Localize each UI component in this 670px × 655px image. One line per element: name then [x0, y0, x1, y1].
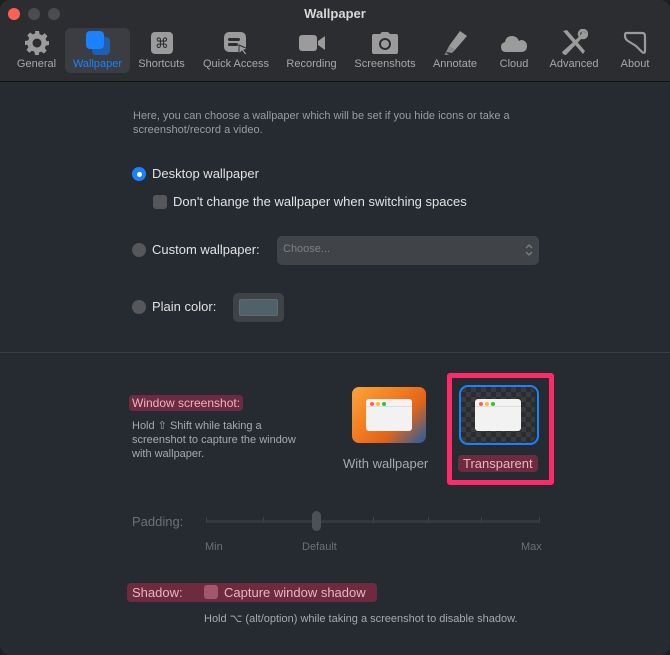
padding-default-label: Default	[302, 541, 337, 553]
desktop-wallpaper-radio[interactable]	[132, 167, 146, 181]
title-bar: Wallpaper General Wallpaper ⌘ Shortcuts	[0, 0, 670, 82]
slider-tick	[206, 517, 207, 523]
tools-icon	[559, 29, 589, 57]
with-wallpaper-label: With wallpaper	[343, 456, 429, 471]
tab-recording-label: Recording	[286, 58, 337, 70]
custom-wallpaper-placeholder: Choose...	[283, 243, 331, 255]
color-swatch	[239, 299, 278, 316]
preferences-window: Wallpaper General Wallpaper ⌘ Shortcuts	[0, 0, 670, 655]
video-camera-icon	[297, 29, 327, 57]
custom-wallpaper-radio[interactable]	[132, 243, 146, 257]
window-preview-icon	[366, 399, 412, 431]
padding-max-label: Max	[521, 541, 542, 553]
shadow-help-text: Hold ⌥ (alt/option) while taking a scree…	[204, 613, 518, 625]
quick-access-icon	[221, 29, 251, 57]
tab-general[interactable]: General	[9, 28, 64, 73]
annotation-highlight-box	[447, 373, 554, 485]
cloud-icon	[499, 29, 529, 57]
intro-text: Here, you can choose a wallpaper which w…	[133, 110, 510, 136]
custom-wallpaper-label: Custom wallpaper:	[152, 242, 260, 257]
tab-annotate-label: Annotate	[432, 58, 478, 70]
svg-text:⌘: ⌘	[155, 36, 169, 52]
slider-tick	[373, 517, 374, 523]
tab-wallpaper-label: Wallpaper	[72, 58, 123, 70]
tab-advanced[interactable]: Advanced	[546, 28, 602, 73]
padding-slider-knob[interactable]	[311, 511, 321, 531]
gear-icon	[22, 29, 52, 57]
section-divider	[0, 352, 670, 353]
tab-cloud[interactable]: Cloud	[492, 28, 536, 73]
padding-label: Padding:	[132, 514, 184, 529]
slider-tick	[428, 517, 429, 523]
tab-screenshots-label: Screenshots	[354, 58, 416, 70]
slider-tick	[263, 517, 264, 523]
command-key-icon: ⌘	[147, 29, 177, 57]
window-screenshot-label: Window screenshot:	[129, 395, 244, 411]
tab-quick-access[interactable]: Quick Access	[198, 28, 274, 73]
tab-cloud-label: Cloud	[499, 58, 529, 70]
with-wallpaper-option[interactable]	[352, 387, 426, 443]
plain-color-radio[interactable]	[132, 300, 146, 314]
capture-shadow-checkbox[interactable]	[204, 585, 218, 599]
dont-change-wallpaper-label: Don't change the wallpaper when switchin…	[173, 194, 467, 209]
plain-color-label: Plain color:	[152, 299, 217, 314]
slider-tick	[481, 517, 482, 523]
about-icon	[620, 29, 650, 57]
wallpaper-icon	[83, 29, 113, 57]
capture-shadow-label: Capture window shadow	[224, 585, 366, 600]
tab-recording[interactable]: Recording	[283, 28, 340, 73]
desktop-wallpaper-label: Desktop wallpaper	[152, 166, 259, 181]
tab-about[interactable]: About	[614, 28, 656, 73]
tab-annotate[interactable]: Annotate	[428, 28, 482, 73]
tab-about-label: About	[620, 58, 650, 70]
dont-change-wallpaper-checkbox[interactable]	[153, 195, 167, 209]
tab-screenshots[interactable]: Screenshots	[350, 28, 420, 73]
highlighter-icon	[440, 29, 470, 57]
plain-color-well[interactable]	[233, 293, 284, 322]
padding-min-label: Min	[205, 541, 223, 553]
preferences-toolbar: General Wallpaper ⌘ Shortcuts Quick Acce…	[0, 28, 670, 74]
shadow-label: Shadow:	[132, 585, 183, 600]
tab-advanced-label: Advanced	[549, 58, 599, 70]
window-title: Wallpaper	[304, 6, 366, 21]
tab-shortcuts-label: Shortcuts	[138, 58, 185, 70]
tab-quick-access-label: Quick Access	[202, 58, 270, 70]
camera-icon	[370, 29, 400, 57]
up-down-chevron-icon	[525, 244, 533, 256]
tab-general-label: General	[16, 58, 57, 70]
wallpaper-pane: Here, you can choose a wallpaper which w…	[0, 83, 670, 655]
slider-tick	[539, 517, 540, 523]
tab-shortcuts[interactable]: ⌘ Shortcuts	[134, 28, 189, 73]
tab-wallpaper[interactable]: Wallpaper	[65, 28, 130, 73]
window-screenshot-help: Hold ⇧ Shift while taking a screenshot t…	[132, 420, 296, 460]
custom-wallpaper-select[interactable]: Choose...	[277, 236, 539, 265]
